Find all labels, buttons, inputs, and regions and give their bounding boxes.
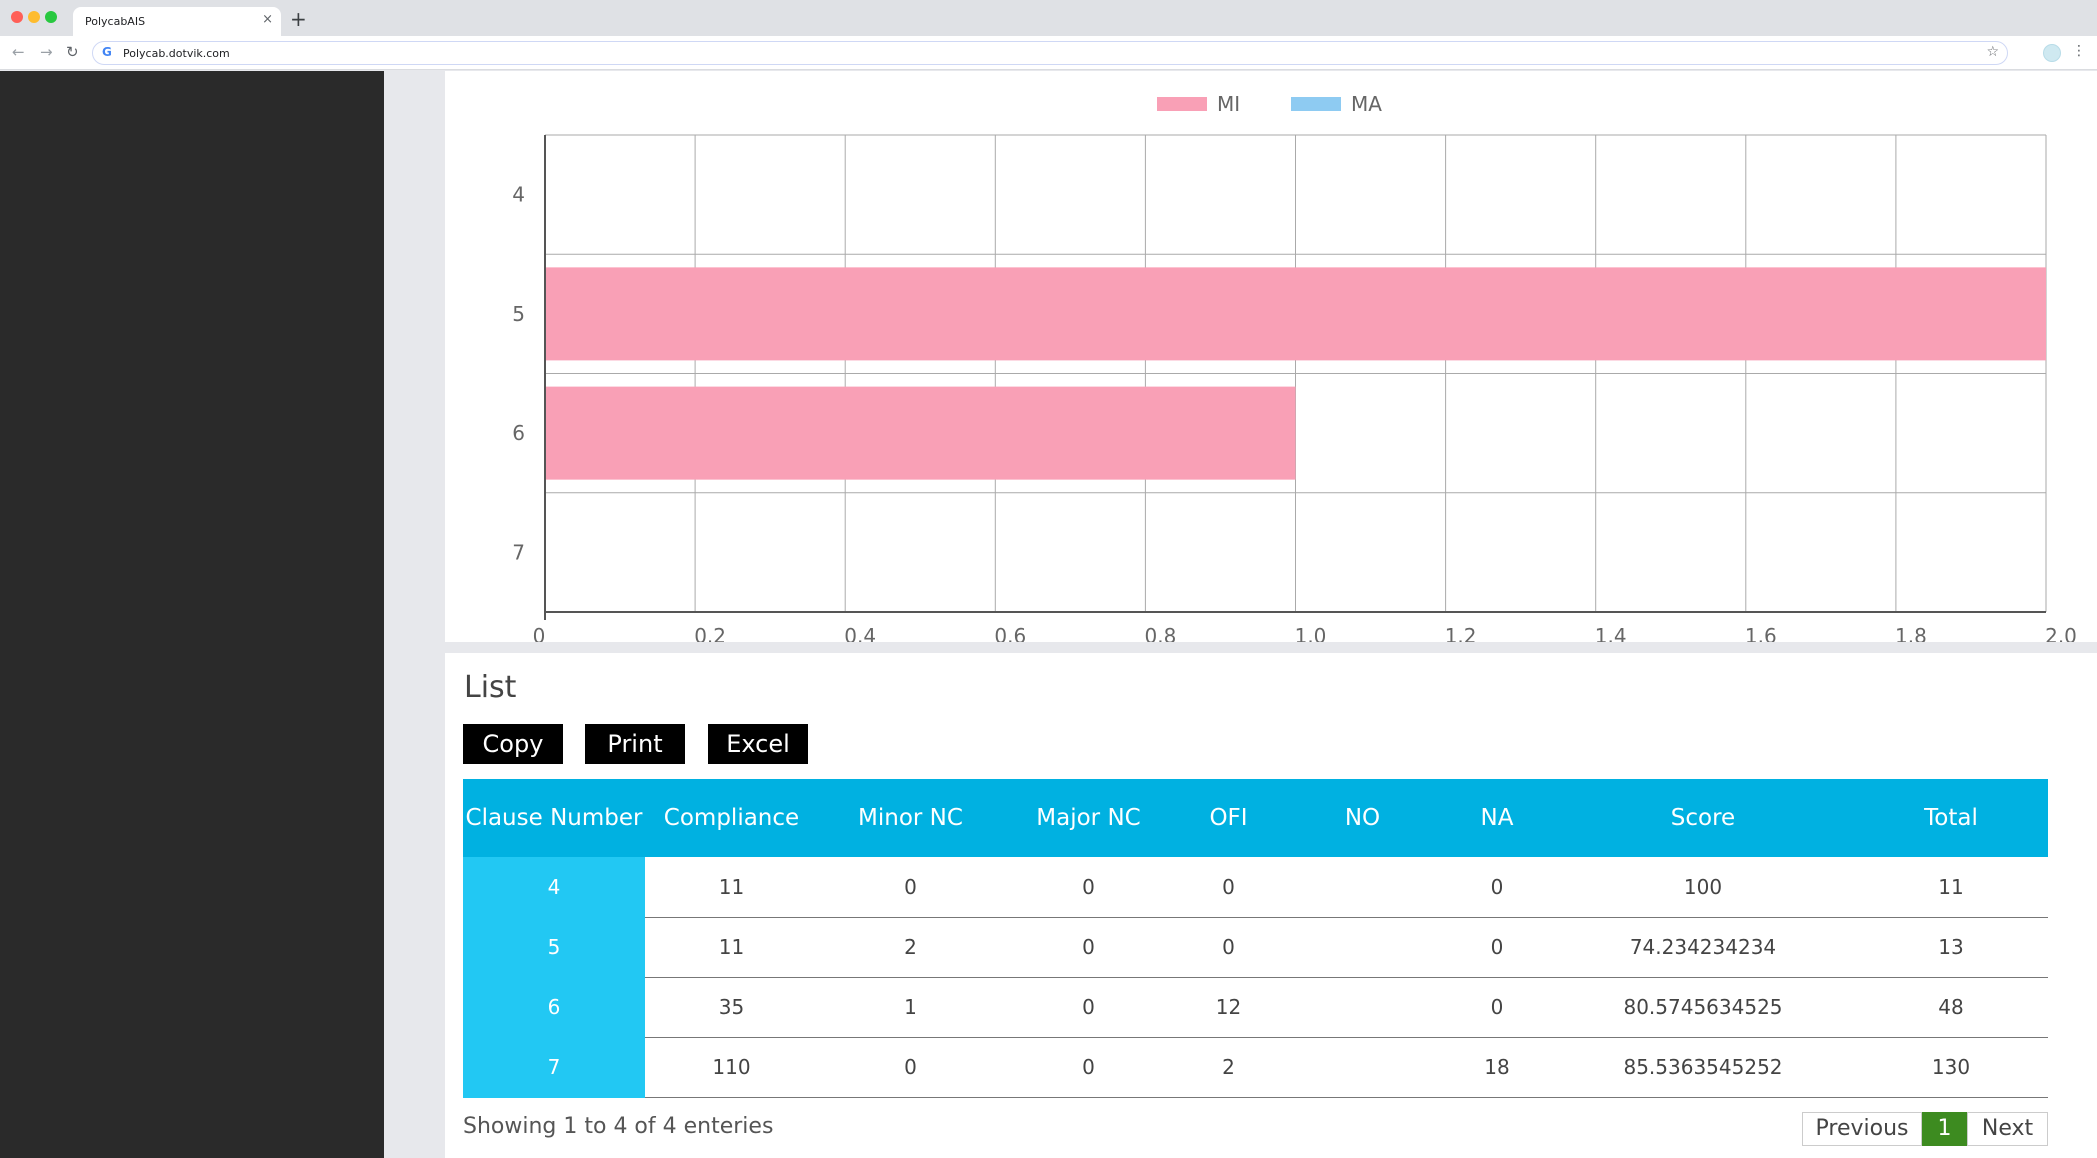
x-tick-label: 0.2 [694,624,726,642]
col-total[interactable]: Total [1854,779,2048,857]
copy-button[interactable]: Copy [463,724,563,764]
col-score[interactable]: Score [1552,779,1854,857]
maximize-window-icon[interactable] [45,11,57,23]
table-row: 5 11 2 0 0 0 74.234234234 13 [463,917,2048,978]
x-tick-label: 0.4 [844,624,876,642]
previous-page-button[interactable]: Previous [1802,1112,1922,1146]
x-tick-label: 1.2 [1445,624,1477,642]
y-tick-label: 5 [512,302,525,326]
cell-ofi: 0 [1174,857,1283,918]
cell-no [1283,917,1442,978]
col-na[interactable]: NA [1442,779,1552,857]
tab-title: PolycabAIS [85,15,146,28]
cell-na: 0 [1442,917,1552,978]
cell-total: 130 [1854,1037,2048,1098]
table-header-row: Clause Number Compliance Minor NC Major … [463,779,2048,857]
col-ofi[interactable]: OFI [1174,779,1283,857]
cell-na: 0 [1442,977,1552,1038]
print-button[interactable]: Print [585,724,685,764]
cell-minor-nc: 0 [818,1037,1003,1098]
x-tick-label: 0 [533,624,546,642]
reload-icon[interactable]: ↻ [66,43,79,61]
cell-ofi: 12 [1174,977,1283,1038]
x-tick-label: 0.8 [1144,624,1176,642]
forward-icon[interactable]: → [40,43,53,61]
page-1-button[interactable]: 1 [1922,1112,1967,1146]
table-row: 7 110 0 0 2 18 85.5363545252 130 [463,1037,2048,1098]
tab-close-icon[interactable]: × [262,12,273,27]
cell-major-nc: 0 [1003,977,1174,1038]
cell-compliance: 11 [645,857,818,918]
col-minor-nc[interactable]: Minor NC [818,779,1003,857]
browser-tab-strip: PolycabAIS × + [0,0,2097,36]
browser-tab[interactable]: PolycabAIS × [73,7,281,36]
table-info: Showing 1 to 4 of 4 enteries [463,1114,774,1139]
cell-na: 18 [1442,1037,1552,1098]
cell-total: 48 [1854,977,2048,1038]
cell-major-nc: 0 [1003,857,1174,918]
cell-major-nc: 0 [1003,917,1174,978]
x-tick-label: 0.6 [994,624,1026,642]
close-window-icon[interactable] [11,11,23,23]
cell-minor-nc: 1 [818,977,1003,1038]
browser-menu-icon[interactable]: ⋮ [2072,43,2086,59]
cell-no [1283,1037,1442,1098]
cell-ofi: 0 [1174,917,1283,978]
new-tab-icon[interactable]: + [290,7,307,31]
minimize-window-icon[interactable] [28,11,40,23]
app-sidebar [0,71,384,1158]
cell-clause: 4 [463,857,645,918]
cell-clause: 5 [463,917,645,978]
col-major-nc[interactable]: Major NC [1003,779,1174,857]
cell-compliance: 110 [645,1037,818,1098]
chart-card: MI MA 4 5 6 7 0 0.2 0.4 0.6 0.8 1.0 1.2 1.4 1.6 1.8 2.… [445,71,2097,642]
x-tick-label: 2.0 [2045,624,2077,642]
excel-button[interactable]: Excel [708,724,808,764]
cell-score: 85.5363545252 [1552,1037,1854,1098]
back-icon[interactable]: ← [12,43,25,61]
cell-compliance: 11 [645,917,818,978]
cell-clause: 6 [463,977,645,1038]
cell-na: 0 [1442,857,1552,918]
y-tick-label: 6 [512,421,525,445]
x-tick-label: 1.8 [1895,624,1927,642]
cell-no [1283,857,1442,918]
cell-no [1283,977,1442,1038]
browser-toolbar: ← → ↻ G Polycab.dotvik.com ☆ ⋮ [0,36,2097,70]
cell-compliance: 35 [645,977,818,1038]
url-text[interactable]: Polycab.dotvik.com [123,47,230,60]
cell-total: 11 [1854,857,2048,918]
col-clause-number[interactable]: Clause Number [463,779,645,857]
next-page-button[interactable]: Next [1967,1112,2048,1146]
bar-chart: 4 5 6 7 0 0.2 0.4 0.6 0.8 1.0 1.2 1.4 1.6 1.8 2.0 [512,134,2077,642]
bar-mi-6 [545,386,1296,480]
clause-table: Clause Number Compliance Minor NC Major … [463,779,2048,1098]
y-tick-label: 7 [512,540,525,564]
table-row: 6 35 1 0 12 0 80.5745634525 48 [463,977,2048,1038]
profile-avatar-icon[interactable] [2043,44,2061,62]
bar-mi-5 [545,267,2046,361]
cell-total: 13 [1854,917,2048,978]
x-tick-label: 1.6 [1745,624,1777,642]
cell-score: 74.234234234 [1552,917,1854,978]
cell-minor-nc: 0 [818,857,1003,918]
x-tick-label: 1.0 [1295,624,1327,642]
y-tick-label: 4 [512,183,525,207]
col-no[interactable]: NO [1283,779,1442,857]
cell-major-nc: 0 [1003,1037,1174,1098]
cell-ofi: 2 [1174,1037,1283,1098]
cell-minor-nc: 2 [818,917,1003,978]
cell-score: 80.5745634525 [1552,977,1854,1038]
google-icon: G [102,45,112,59]
list-title: List [464,670,517,705]
cell-clause: 7 [463,1037,645,1098]
cell-score: 100 [1552,857,1854,918]
table-row: 4 11 0 0 0 0 100 11 [463,857,2048,918]
bookmark-star-icon[interactable]: ☆ [1986,44,1999,60]
address-bar[interactable]: G Polycab.dotvik.com ☆ [92,41,2008,65]
list-card: List Copy Print Excel Clause Number Comp… [445,653,2097,1158]
col-compliance[interactable]: Compliance [645,779,818,857]
x-tick-label: 1.4 [1595,624,1627,642]
